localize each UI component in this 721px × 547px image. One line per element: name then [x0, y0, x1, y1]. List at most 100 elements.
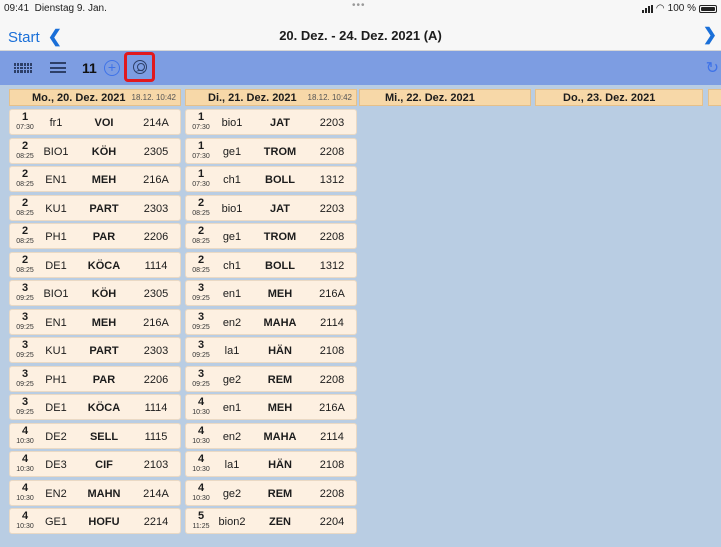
- tuesday-column: 1 07:30 bio1 JAT 2203 1 07:30 ge1 TROM 2208 1 07:30…: [185, 109, 357, 537]
- lesson-subject: ge2: [222, 487, 242, 500]
- lesson-period: 4 10:30: [190, 482, 212, 503]
- status-right: ◠ 100 %: [641, 3, 717, 14]
- chevron-right-icon[interactable]: ❯: [703, 25, 717, 45]
- lesson-subject: ge1: [222, 145, 242, 158]
- period-number: 1: [197, 168, 205, 180]
- lesson-room: 2203: [319, 117, 345, 129]
- monday-column: 1 07:30 fr1 VOI 214A 2 08:25 BIO1 KÖH 2305 2 08:25 E…: [9, 109, 181, 537]
- lesson-subject: PH1: [45, 373, 67, 386]
- lesson-cell[interactable]: 3 09:25 ge2 REM 2208: [185, 365, 357, 392]
- lesson-period: 3 09:25: [190, 340, 212, 360]
- lesson-room: 2206: [143, 231, 169, 243]
- lesson-period: 4 10:30: [190, 425, 212, 446]
- lesson-teacher: MEH: [267, 288, 293, 300]
- lesson-room: 1312: [319, 174, 345, 186]
- lesson-teacher: PAR: [92, 231, 116, 243]
- lesson-cell[interactable]: 4 10:30 la1 HÄN 2108: [185, 451, 357, 477]
- lesson-cell[interactable]: 3 09:25 PH1 PAR 2206: [9, 365, 181, 392]
- lesson-teacher: HÄN: [268, 459, 292, 471]
- period-time: 09:25: [16, 352, 34, 359]
- lesson-cell[interactable]: 4 10:30 DE2 SELL 1115: [9, 422, 181, 449]
- lesson-teacher: JAT: [270, 202, 290, 215]
- lesson-cell[interactable]: 1 07:30 bio1 JAT 2203: [185, 109, 357, 135]
- class-count[interactable]: 11: [82, 60, 97, 76]
- lesson-period: 3 09:25: [14, 397, 36, 417]
- lesson-cell[interactable]: 2 08:25 PH1 PAR 2206: [9, 223, 181, 249]
- period-number: 4: [197, 396, 205, 408]
- lesson-subject: DE1: [45, 259, 67, 272]
- lesson-cell[interactable]: 2 08:25 EN1 MEH 216A: [9, 166, 181, 192]
- lesson-cell[interactable]: 4 10:30 en2 MAHA 2114: [185, 422, 357, 449]
- lesson-teacher: JAT: [270, 117, 290, 129]
- day-header-monday[interactable]: Mo., 20. Dez. 2021 18.12. 10:42: [9, 89, 181, 106]
- add-icon[interactable]: +: [104, 60, 120, 76]
- period-number: 4: [21, 510, 29, 522]
- lesson-cell[interactable]: 4 10:30 en1 MEH 216A: [185, 394, 357, 420]
- status-time: 09:41 Dienstag 9. Jan.: [4, 3, 107, 14]
- lesson-cell[interactable]: 4 10:30 EN2 MAHN 214A: [9, 479, 181, 506]
- lesson-cell[interactable]: 2 08:25 ge1 TROM 2208: [185, 223, 357, 249]
- lesson-cell[interactable]: 1 07:30 ch1 BOLL 1312: [185, 166, 357, 192]
- list-view-icon[interactable]: [50, 62, 66, 73]
- lesson-cell[interactable]: 4 10:30 DE3 CIF 2103: [9, 451, 181, 477]
- lesson-cell[interactable]: 3 09:25 en2 MAHA 2114: [185, 308, 357, 335]
- lesson-cell[interactable]: 1 07:30 fr1 VOI 214A: [9, 109, 181, 135]
- lesson-period: 1 07:30: [14, 112, 36, 132]
- lesson-cell[interactable]: 1 07:30 ge1 TROM 2208: [185, 137, 357, 164]
- period-number: 2: [197, 225, 205, 237]
- lesson-room: 2303: [143, 202, 169, 215]
- period-time: 09:25: [192, 352, 210, 359]
- lesson-cell[interactable]: 3 09:25 EN1 MEH 216A: [9, 308, 181, 335]
- day-header-wednesday[interactable]: Mi., 22. Dez. 2021: [359, 89, 531, 106]
- lesson-cell[interactable]: 3 09:25 DE1 KÖCA 1114: [9, 394, 181, 420]
- person-button-highlight[interactable]: [124, 52, 155, 82]
- lesson-subject: en1: [222, 402, 242, 414]
- day-header-label: Mi., 22. Dez. 2021: [385, 92, 475, 104]
- lesson-cell[interactable]: 3 09:25 la1 HÄN 2108: [185, 337, 357, 363]
- day-header-thursday[interactable]: Do., 23. Dez. 2021: [535, 89, 703, 106]
- period-number: 3: [21, 282, 29, 294]
- lesson-room: 1312: [319, 259, 345, 272]
- lesson-cell[interactable]: 4 10:30 GE1 HOFU 2214: [9, 508, 181, 534]
- lesson-period: 1 07:30: [190, 140, 212, 161]
- lesson-cell[interactable]: 2 08:25 BIO1 KÖH 2305: [9, 137, 181, 164]
- refresh-icon[interactable]: ↻: [706, 58, 719, 78]
- period-time: 08:25: [16, 209, 34, 217]
- period-time: 08:25: [192, 266, 210, 274]
- lesson-period: 4 10:30: [14, 424, 36, 446]
- lesson-period: 1 07:30: [190, 112, 212, 132]
- lesson-cell[interactable]: 2 08:25 bio1 JAT 2203: [185, 194, 357, 221]
- lesson-cell[interactable]: 2 08:25 ch1 BOLL 1312: [185, 251, 357, 278]
- lesson-subject: EN1: [45, 174, 67, 186]
- period-time: 07:30: [192, 152, 210, 160]
- lesson-cell[interactable]: 5 11:25 bion2 ZEN 2204: [185, 508, 357, 534]
- grid-view-icon[interactable]: [14, 63, 32, 73]
- lesson-period: 3 09:25: [14, 340, 36, 360]
- period-number: 4: [21, 453, 29, 465]
- lesson-subject: en2: [222, 430, 242, 443]
- lesson-cell[interactable]: 4 10:30 ge2 REM 2208: [185, 479, 357, 506]
- lesson-cell[interactable]: 2 08:25 KU1 PART 2303: [9, 194, 181, 221]
- lesson-period: 2 08:25: [14, 254, 36, 275]
- period-time: 07:30: [16, 124, 34, 131]
- lesson-subject: ch1: [223, 174, 241, 186]
- lesson-cell[interactable]: 3 09:25 KU1 PART 2303: [9, 337, 181, 363]
- day-header-tuesday[interactable]: Di., 21. Dez. 2021 18.12. 10:42: [185, 89, 357, 106]
- person-icon[interactable]: [133, 60, 147, 74]
- day-header-friday[interactable]: [708, 89, 721, 106]
- battery-icon: [699, 4, 717, 13]
- period-number: 2: [197, 196, 205, 209]
- period-number: 4: [21, 424, 29, 437]
- lesson-room: 2114: [320, 316, 344, 329]
- period-number: 4: [21, 481, 29, 494]
- lesson-room: 216A: [319, 402, 345, 414]
- period-time: 09:25: [192, 380, 210, 388]
- lesson-period: 2 08:25: [14, 226, 36, 246]
- lesson-cell[interactable]: 3 09:25 en1 MEH 216A: [185, 280, 357, 306]
- signal-icon: [641, 4, 653, 13]
- period-number: 3: [197, 310, 205, 323]
- multitasking-dots[interactable]: •••: [352, 0, 366, 11]
- lesson-cell[interactable]: 3 09:25 BIO1 KÖH 2305: [9, 280, 181, 306]
- lesson-room: 1114: [144, 259, 168, 272]
- lesson-cell[interactable]: 2 08:25 DE1 KÖCA 1114: [9, 251, 181, 278]
